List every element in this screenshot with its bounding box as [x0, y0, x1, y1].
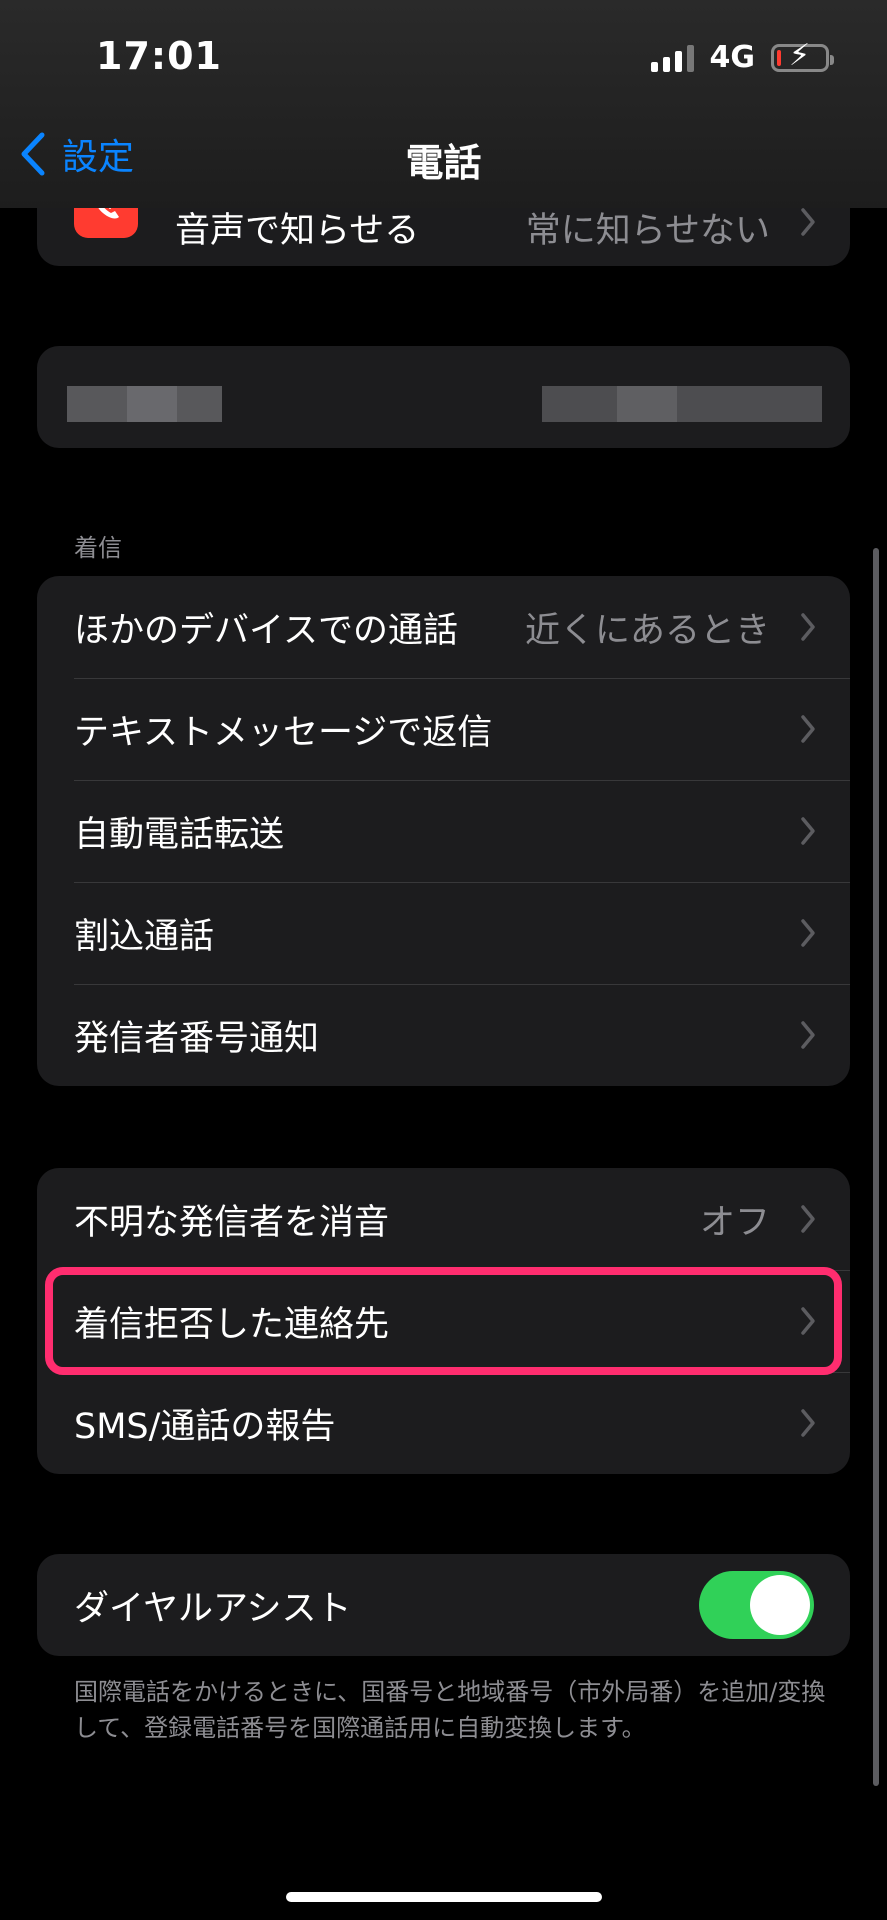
- dial-assist-row: ダイヤルアシスト: [37, 1554, 850, 1656]
- row-label: 割込通話: [74, 916, 215, 957]
- sms-call-reporting-row[interactable]: SMS/通話の報告: [37, 1372, 850, 1474]
- top-bar: 17:01 4G ⚡ 設定 電話: [0, 0, 887, 208]
- call-waiting-row[interactable]: 割込通話: [37, 882, 850, 984]
- home-indicator[interactable]: [286, 1892, 602, 1902]
- highlight-box: [45, 1267, 842, 1375]
- chevron-right-icon: [801, 715, 815, 743]
- row-value: 近くにあるとき: [524, 610, 770, 651]
- page-title: 電話: [405, 141, 482, 185]
- silence-unknown-callers-row[interactable]: 不明な発信者を消音 オフ: [37, 1168, 850, 1270]
- status-time: 17:01: [96, 34, 222, 78]
- status-indicators: 4G ⚡: [650, 40, 834, 75]
- row-label: 不明な発信者を消音: [74, 1202, 390, 1243]
- dial-assist-note: 国際電話をかけるときに、国番号と地域番号（市外局番）を追加/変換して、登録電話番…: [74, 1678, 826, 1742]
- announce-calls-value: 常に知らせない: [525, 211, 770, 251]
- row-label: ほかのデバイスでの通話: [74, 610, 458, 651]
- row-label: テキストメッセージで返信: [74, 712, 493, 753]
- my-number-group: [37, 346, 850, 448]
- row-label: 自動電話転送: [74, 814, 285, 855]
- row-label: ダイヤルアシスト: [74, 1588, 352, 1629]
- network-type: 4G: [709, 40, 756, 75]
- chevron-right-icon: [801, 1021, 815, 1049]
- my-number-row[interactable]: [37, 346, 850, 448]
- chevron-right-icon: [801, 919, 815, 947]
- battery-charging-icon: ⚡: [771, 40, 834, 72]
- scrollbar[interactable]: [873, 548, 879, 1786]
- incoming-section-header: 着信: [74, 534, 122, 562]
- redacted-value: [542, 386, 822, 422]
- row-value: オフ: [699, 1202, 770, 1243]
- dial-assist-group: ダイヤルアシスト: [37, 1554, 850, 1656]
- announce-calls-label: 音声で知らせる: [175, 211, 420, 251]
- chevron-right-icon: [801, 613, 815, 641]
- call-forwarding-row[interactable]: 自動電話転送: [37, 780, 850, 882]
- row-label: 発信者番号通知: [74, 1018, 320, 1059]
- phone-settings-screen: 17:01 4G ⚡ 設定 電話 音声で知らせる 常に知らせない 着信 ほかのデ…: [0, 0, 887, 1920]
- incoming-group: ほかのデバイスでの通話 近くにあるとき テキストメッセージで返信 自動電話転送 …: [37, 576, 850, 1086]
- signal-icon: [650, 44, 694, 72]
- row-label: SMS/通話の報告: [74, 1406, 336, 1447]
- toggle-knob: [750, 1575, 810, 1635]
- chevron-right-icon: [801, 208, 815, 236]
- redacted-block: [127, 386, 177, 422]
- redacted-block: [617, 386, 677, 422]
- chevron-right-icon: [801, 1409, 815, 1437]
- respond-with-text-row[interactable]: テキストメッセージで返信: [37, 678, 850, 780]
- chevron-right-icon: [801, 1205, 815, 1233]
- calls-on-other-devices-row[interactable]: ほかのデバイスでの通話 近くにあるとき: [37, 576, 850, 678]
- dial-assist-toggle[interactable]: [699, 1571, 814, 1639]
- show-caller-id-row[interactable]: 発信者番号通知: [37, 984, 850, 1086]
- chevron-right-icon: [801, 817, 815, 845]
